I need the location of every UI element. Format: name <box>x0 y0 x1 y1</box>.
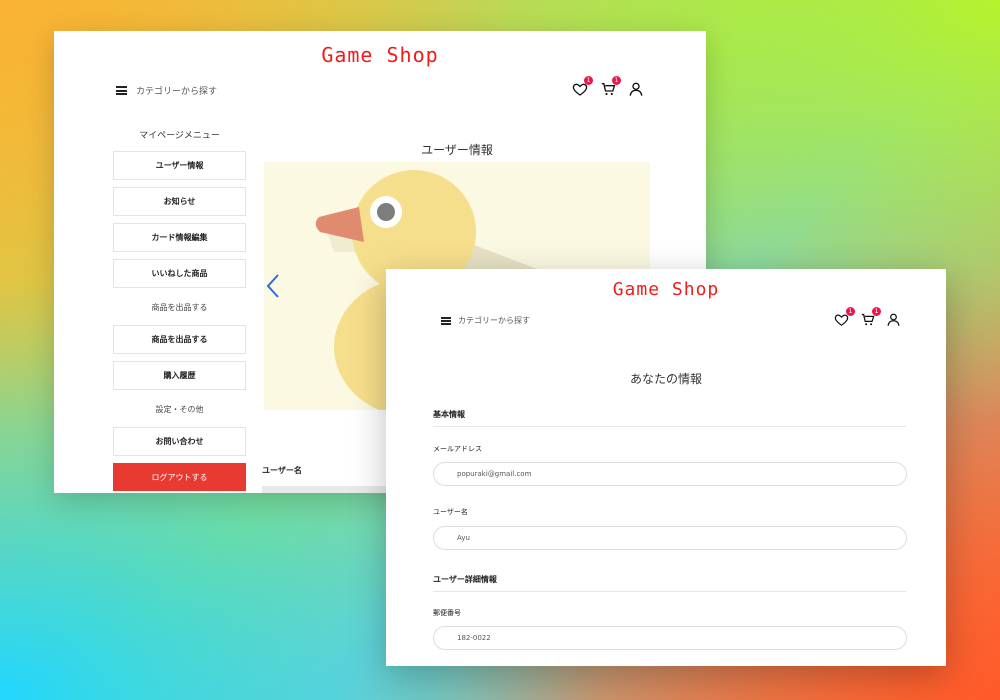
sidebar-item-notices[interactable]: お知らせ <box>113 187 246 216</box>
category-label: カテゴリーから探す <box>136 87 218 97</box>
header-icons: 1 1 <box>834 307 904 330</box>
username-field[interactable]: Ayu <box>433 526 907 550</box>
sidebar-item-contact[interactable]: お問い合わせ <box>113 427 246 456</box>
email-label: メールアドレス <box>433 445 482 453</box>
logout-button[interactable]: ログアウトする <box>113 463 246 491</box>
sidebar-item-card-edit[interactable]: カード情報編集 <box>113 223 246 252</box>
sidebar-item-user-info[interactable]: ユーザー情報 <box>113 151 246 180</box>
mypage-sidebar: マイページメニュー ユーザー情報 お知らせ カード情報編集 いいねした商品 商品… <box>113 131 246 491</box>
cart-button[interactable]: 1 <box>860 307 881 330</box>
favorites-badge: 1 <box>846 307 855 316</box>
sidebar-item-sell[interactable]: 商品を出品する <box>113 325 246 354</box>
form-title: あなたの情報 <box>629 372 702 386</box>
category-label: カテゴリーから探す <box>458 316 530 325</box>
carousel-prev-button[interactable] <box>264 273 284 299</box>
user-icon <box>629 82 643 96</box>
chevron-left-icon <box>266 274 279 298</box>
cart-badge: 1 <box>612 76 621 85</box>
favorites-badge: 1 <box>584 76 593 85</box>
header-icons: 1 1 <box>572 76 646 99</box>
category-menu[interactable]: カテゴリーから探す <box>441 315 530 326</box>
page-title: ユーザー情報 <box>421 143 493 157</box>
sidebar-item-purchase-history[interactable]: 購入履歴 <box>113 361 246 390</box>
account-button[interactable] <box>628 81 646 99</box>
favorites-button[interactable]: 1 <box>572 76 593 99</box>
category-menu[interactable]: カテゴリーから探す <box>116 84 217 97</box>
username-label: ユーザー名 <box>433 508 468 516</box>
site-logo[interactable]: Game Shop <box>386 279 946 300</box>
email-field[interactable]: popuraki@gmail.com <box>433 462 907 486</box>
menu-icon[interactable] <box>441 316 451 325</box>
sidebar-heading-settings: 設定・その他 <box>155 404 204 414</box>
cart-badge: 1 <box>872 307 881 316</box>
sidebar-heading-sell: 商品を出品する <box>151 302 208 312</box>
cart-button[interactable]: 1 <box>600 76 621 99</box>
section-user-detail: ユーザー詳細情報 <box>433 574 906 592</box>
postal-code-field[interactable]: 182-0022 <box>433 626 907 650</box>
user-icon <box>887 313 900 326</box>
profile-window: Game Shop カテゴリーから探す 1 1 あなたの情報 基本情報 メールア… <box>386 269 946 666</box>
menu-icon[interactable] <box>116 86 127 95</box>
sidebar-item-liked[interactable]: いいねした商品 <box>113 259 246 288</box>
postal-code-label: 郵便番号 <box>433 609 461 617</box>
username-label: ユーザー名 <box>262 466 302 475</box>
section-basic-info: 基本情報 <box>433 409 906 427</box>
site-logo[interactable]: Game Shop <box>54 43 706 67</box>
sidebar-title: マイページメニュー <box>139 131 220 141</box>
favorites-button[interactable]: 1 <box>834 307 855 330</box>
account-button[interactable] <box>886 312 904 330</box>
